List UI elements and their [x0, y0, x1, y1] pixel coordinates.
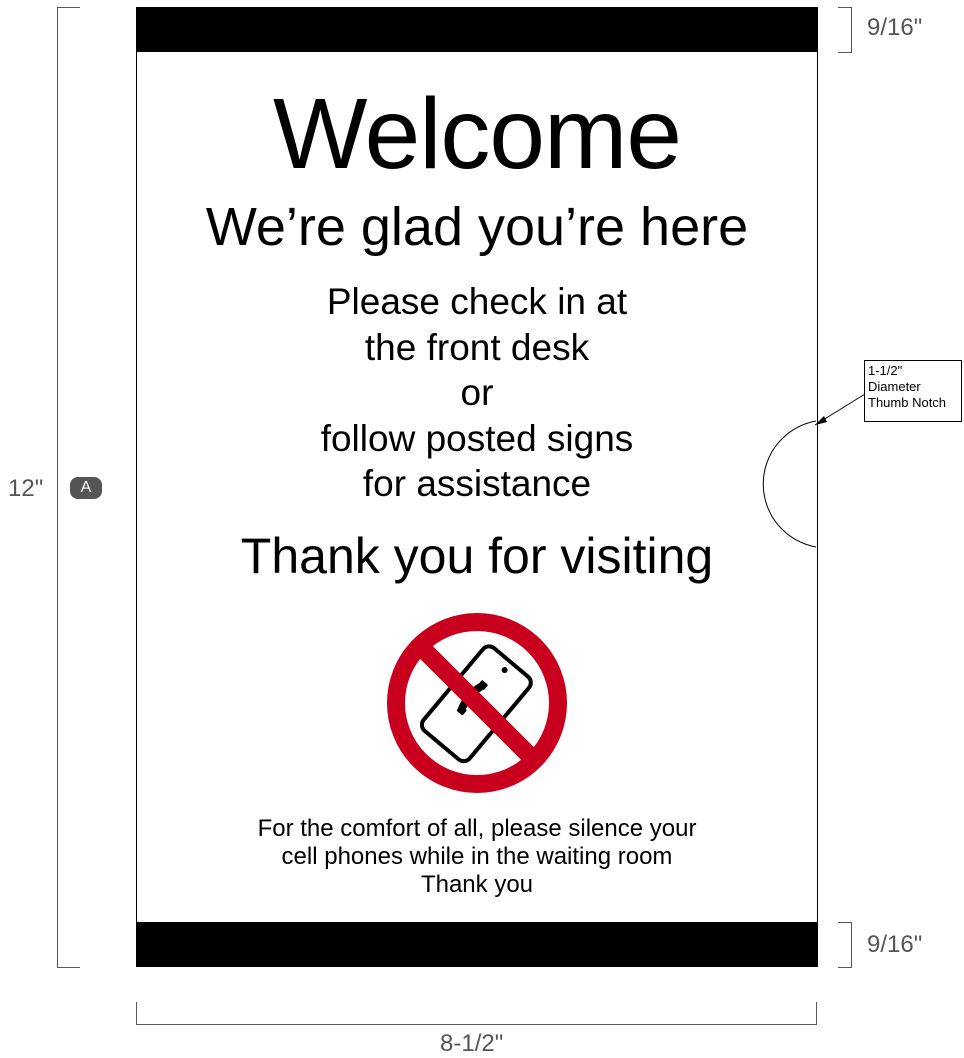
bottom-black-band — [136, 922, 818, 967]
footer-line: For the comfort of all, please silence y… — [257, 815, 697, 842]
footer-line: cell phones while in the waiting room — [281, 843, 673, 870]
instruction-line: follow posted signs — [320, 417, 634, 459]
callout-line: Thumb Notch — [868, 395, 947, 410]
footer-line: Thank you — [420, 871, 534, 898]
top-band-dimension-bracket — [838, 7, 852, 53]
welcome-heading: Welcome — [273, 78, 682, 190]
silence-phones-note: For the comfort of all, please silence y… — [137, 815, 817, 899]
no-cell-phone-icon — [387, 613, 567, 793]
glad-subheading: We’re glad you’re here — [205, 197, 749, 257]
thumb-notch-callout: 1-1/2" Diameter Thumb Notch — [864, 360, 962, 422]
instruction-line: the front desk — [364, 326, 590, 368]
width-dimension-line — [136, 1002, 817, 1025]
height-dimension-label: 12" — [8, 475, 44, 502]
callout-line: Diameter — [868, 379, 921, 394]
sign-panel: Welcome We’re glad you’re here Please ch… — [136, 7, 818, 967]
callout-line: 1-1/2" — [868, 363, 903, 378]
instructions-block: Please check in at the front desk or fol… — [137, 279, 817, 507]
top-band-dimension-label: 9/16" — [867, 14, 923, 41]
bottom-band-dimension-label: 9/16" — [867, 931, 923, 958]
width-dimension-label: 8-1/2" — [440, 1030, 504, 1057]
instruction-line: for assistance — [362, 463, 592, 504]
instruction-line: Please check in at — [326, 281, 628, 322]
height-badge: A — [70, 477, 102, 499]
bottom-band-dimension-bracket — [838, 922, 852, 968]
instruction-line: or — [460, 372, 494, 413]
top-black-band — [136, 7, 818, 52]
thank-you-heading: Thank you for visiting — [240, 528, 714, 584]
